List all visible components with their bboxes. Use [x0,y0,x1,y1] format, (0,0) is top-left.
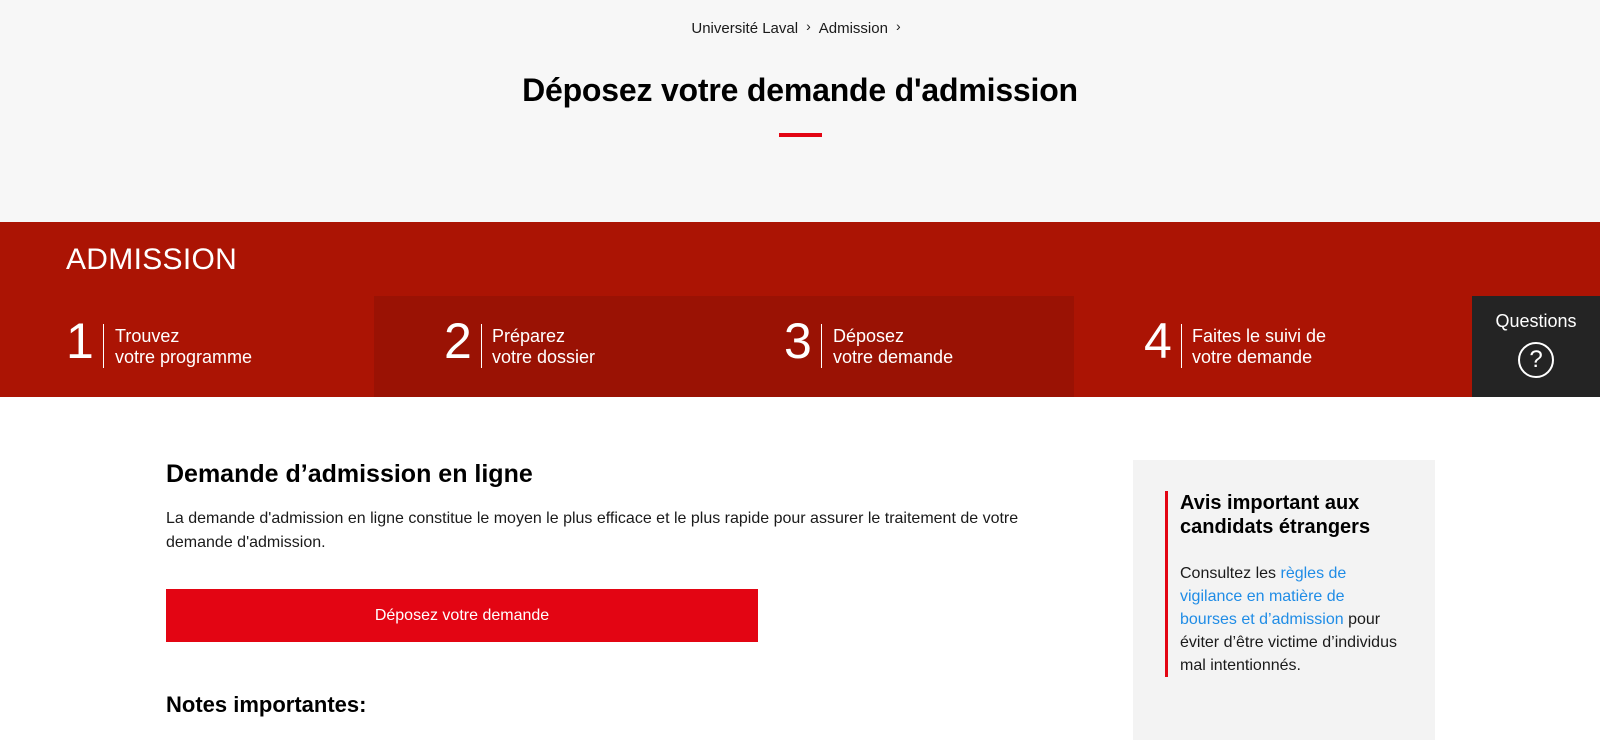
chevron-right-icon: › [895,18,901,34]
step-divider [1181,324,1182,368]
notes-heading: Notes importantes: [166,692,367,717]
step-label: Faites le suivi de votre demande [1192,326,1327,367]
page-title: Déposez votre demande d'admission [522,72,1078,108]
questions-button[interactable]: Questions ? [1472,296,1600,397]
step-number: 2 [444,313,472,369]
breadcrumb-link-universite[interactable]: Université Laval [691,20,798,37]
step-follow-application[interactable]: 4 Faites le suivi de votre demande [1074,296,1472,397]
step-number: 1 [66,313,94,369]
notice-content: Avis important aux candidats étrangers C… [1165,491,1405,677]
step-submit-application[interactable]: 3 Déposez votre demande [714,296,1074,397]
submit-application-button[interactable]: Déposez votre demande [166,589,758,642]
online-application-section: Demande d’admission en ligne La demande … [166,460,1086,718]
page-header: Université Laval › Admission › Déposez votr… [0,0,1600,222]
main-content: Demande d’admission en ligne La demande … [0,397,1600,740]
step-prepare-file[interactable]: 2 Préparez votre dossier [374,296,714,397]
step-divider [103,324,104,368]
step-label: Déposez votre demande [833,326,954,367]
questions-label: Questions [1495,311,1577,331]
step-number: 3 [784,313,812,369]
admission-band-title: ADMISSION [66,243,238,276]
notice-text: Consultez les règles de vigilance en mat… [1180,565,1397,674]
important-notice-box: Avis important aux candidats étrangers C… [1133,460,1435,740]
section-intro: La demande d'admission en ligne constitu… [166,510,1019,551]
notice-title: Avis important aux candidats étrangers [1180,492,1371,538]
section-heading: Demande d’admission en ligne [166,460,533,488]
admission-steps: 1 Trouvez votre programme 2 Préparez votre… [0,296,1472,397]
admission-steps-band: ADMISSION 1 Trouvez votre programme 2 Pré… [0,222,1600,397]
step-divider [821,324,822,368]
title-underline [779,133,822,137]
step-number: 4 [1144,313,1172,369]
step-label: Préparez votre dossier [492,326,596,367]
step-label: Trouvez votre programme [115,326,253,367]
question-circle-icon: ? [1518,342,1554,378]
step-find-program[interactable]: 1 Trouvez votre programme [0,296,374,397]
chevron-right-icon: › [806,18,811,34]
breadcrumb: Université Laval › Admission › [0,18,1600,37]
breadcrumb-link-admission[interactable]: Admission [819,20,888,37]
step-divider [481,324,482,368]
